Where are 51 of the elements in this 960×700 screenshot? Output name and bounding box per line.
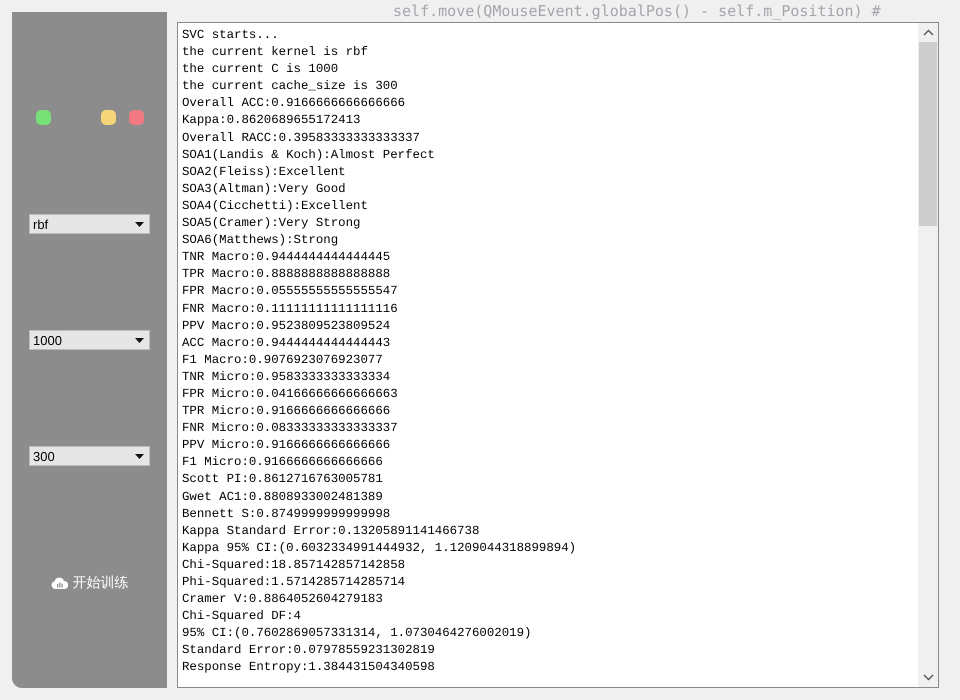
output-line: the current C is 1000	[182, 61, 340, 78]
scroll-down-icon[interactable]	[922, 674, 934, 681]
output-line: Kappa:0.8620689655172413	[182, 112, 362, 130]
dropdown[interactable]: rbf	[29, 214, 150, 234]
output-line: TPR Micro:0.9166666666666666	[182, 403, 392, 420]
output-line: Kappa 95% CI:(0.6032334991444932, 1.1209044318899894)	[182, 540, 578, 557]
output-line: Response Entropy:1.384431504340598	[182, 659, 436, 676]
output-line: Chi-Squared DF:4	[182, 608, 302, 626]
output-line: F1 Micro:0.9166666666666666	[182, 454, 384, 472]
output-line: SVC starts...	[182, 27, 280, 44]
output-line: FPR Macro:0.05555555555555547	[182, 283, 399, 300]
scrollbar[interactable]	[918, 23, 938, 687]
output-line: Chi-Squared:18.857142857142858	[182, 556, 406, 574]
caret-icon	[135, 454, 144, 458]
output-line: SOA5(Cramer):Very Strong	[182, 215, 362, 232]
output-line: Phi-Squared:1.5714285714285714	[182, 574, 406, 591]
output-line: PPV Macro:0.9523809523809524	[182, 318, 392, 335]
output-line: SOA3(Altman):Very Good	[182, 180, 347, 198]
output-line: the current kernel is rbf	[182, 44, 369, 62]
output-line: SOA2(Fleiss):Excellent	[182, 164, 347, 181]
output-line: Kappa Standard Error:0.13205891141466738	[182, 522, 480, 540]
dropdown[interactable]: 1000	[29, 330, 150, 350]
caret-icon	[135, 338, 144, 342]
output-line: TNR Macro:0.9444444444444445	[182, 249, 392, 266]
output-line: Scott PI:0.8612716763005781	[182, 471, 384, 488]
output-line: FNR Macro:0.11111111111111116	[182, 300, 399, 318]
editor-code-line: self.move(QMouseEvent.globalPos() - self.m_Position) #	[393, 2, 881, 20]
output-line: SOA4(Cicchetti):Excellent	[182, 198, 369, 215]
output-line: PPV Micro:0.9166666666666666	[182, 437, 392, 454]
output-line: Overall ACC:0.9166666666666666	[182, 95, 406, 112]
scrollbar-thumb[interactable]	[919, 42, 937, 226]
cloud-chart-icon	[50, 577, 68, 589]
output-line: F1 Macro:0.9076923076923077	[182, 352, 384, 369]
output-line: Standard Error:0.07978559231302819	[182, 642, 436, 660]
scroll-up-icon[interactable]	[922, 29, 934, 36]
output-line: Cramer V:0.8864052604279183	[182, 591, 384, 608]
output-line: SOA6(Matthews):Strong	[182, 232, 340, 250]
output-text-area[interactable]	[177, 22, 939, 688]
output-line: Overall RACC:0.39583333333333337	[182, 130, 421, 147]
output-line: ACC Macro:0.9444444444444443	[182, 334, 392, 352]
output-line: the current cache_size is 300	[182, 78, 399, 96]
output-line: Gwet AC1:0.8808933002481389	[182, 488, 384, 506]
output-line: 95% CI:(0.7602869057331314, 1.0730464276002019)	[182, 625, 532, 642]
output-line: TPR Macro:0.8888888888888888	[182, 266, 392, 284]
output-line: TNR Micro:0.9583333333333334	[182, 368, 392, 386]
output-line: Bennett S:0.8749999999999998	[182, 506, 392, 523]
output-line: SOA1(Landis & Koch):Almost Perfect	[182, 146, 436, 164]
output-line: FPR Micro:0.04166666666666663	[182, 386, 399, 403]
dropdown[interactable]: 300	[29, 446, 150, 466]
output-line: FNR Micro:0.08333333333333337	[182, 420, 399, 438]
caret-icon	[135, 222, 144, 226]
